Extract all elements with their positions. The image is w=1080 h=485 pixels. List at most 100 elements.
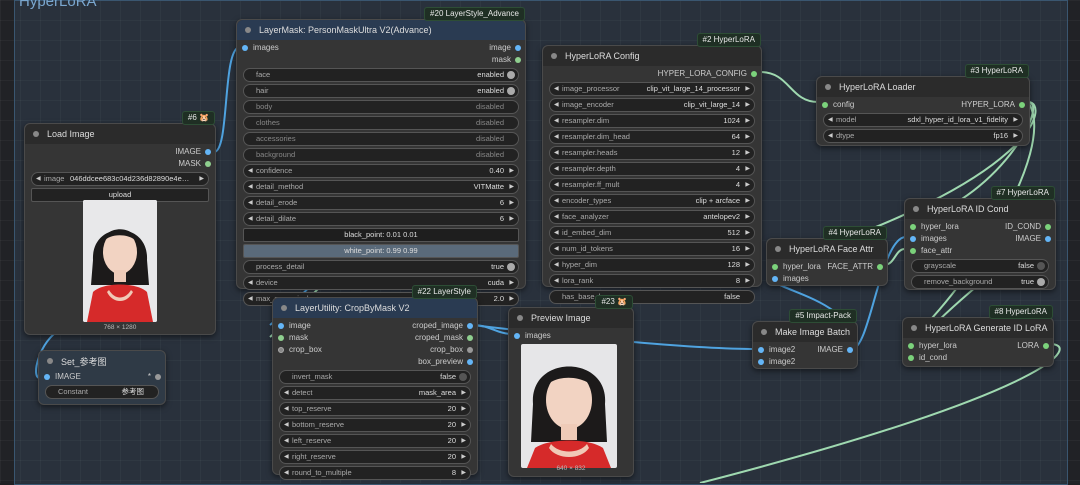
number-bottom-reserve[interactable]: ◀ bottom_reserve 20 ▶	[279, 418, 471, 432]
config-widget-row[interactable]: ◀ resampler.dim 1024 ▶	[549, 114, 755, 128]
node-load-image[interactable]: #6 🐹 Load Image IMAGE MASK ◀ image 046ddce…	[24, 111, 216, 335]
input-pin-hyper-lora[interactable]	[772, 264, 778, 270]
toggle-body[interactable]: body disabled	[243, 100, 519, 114]
arrow-right-icon[interactable]: ▶	[745, 195, 750, 207]
output-pin-crop-box[interactable]	[467, 347, 473, 353]
node-header[interactable]: Make Image Batch	[753, 322, 857, 342]
arrow-left-icon[interactable]: ◀	[248, 181, 253, 193]
arrow-right-icon[interactable]: ▶	[461, 419, 466, 431]
arrow-left-icon[interactable]: ◀	[554, 275, 559, 287]
output-pin-lora[interactable]	[1043, 343, 1049, 349]
number-detail-erode[interactable]: ◀ detail_erode 6 ▶	[243, 196, 519, 210]
arrow-left-icon[interactable]: ◀	[284, 387, 289, 399]
output-pin-image[interactable]	[847, 347, 853, 353]
input-pin-images[interactable]	[910, 236, 916, 242]
input-pin-image[interactable]	[278, 323, 284, 329]
arrow-right-icon[interactable]: ▶	[745, 147, 750, 159]
node-header[interactable]: Load Image	[25, 124, 215, 144]
collapse-dot-icon[interactable]	[281, 305, 287, 311]
arrow-left-icon[interactable]: ◀	[554, 211, 559, 223]
number-confidence[interactable]: ◀ confidence 0.40 ▶	[243, 164, 519, 178]
input-pin-images[interactable]	[242, 45, 248, 51]
slider-black-point[interactable]: black_point: 0.01 0.01	[243, 228, 519, 242]
combo-detail-method[interactable]: ◀ detail_method VITMatte ▶	[243, 180, 519, 194]
node-header[interactable]: HyperLoRA Loader	[817, 77, 1029, 97]
arrow-left-icon[interactable]: ◀	[554, 179, 559, 191]
input-pin-hyper-lora[interactable]	[908, 343, 914, 349]
node-hyperlora-loader[interactable]: #3 HyperLoRA HyperLoRA Loader config HYPE…	[816, 64, 1030, 146]
input-pin-id-cond[interactable]	[908, 355, 914, 361]
arrow-right-icon[interactable]: ▶	[461, 451, 466, 463]
toggle-clothes[interactable]: clothes disabled	[243, 116, 519, 130]
arrow-left-icon[interactable]: ◀	[284, 419, 289, 431]
toggle-grayscale[interactable]: grayscale false	[911, 259, 1049, 273]
arrow-right-icon[interactable]: ▶	[461, 387, 466, 399]
config-widget-row[interactable]: ◀ lora_rank 8 ▶	[549, 274, 755, 288]
input-pin-images[interactable]	[772, 276, 778, 282]
output-pin-id-cond[interactable]	[1045, 224, 1051, 230]
config-widget-row[interactable]: ◀ resampler.ff_mult 4 ▶	[549, 178, 755, 192]
arrow-left-icon[interactable]: ◀	[284, 467, 289, 479]
arrow-right-icon[interactable]: ▶	[1013, 114, 1018, 126]
node-make-image-batch[interactable]: #5 Impact-Pack Make Image Batch image2 IM…	[752, 309, 858, 369]
node-header[interactable]: HyperLoRA Config	[543, 46, 761, 66]
arrow-right-icon[interactable]: ▶	[745, 99, 750, 111]
input-pin-mask[interactable]	[278, 335, 284, 341]
arrow-left-icon[interactable]: ◀	[554, 195, 559, 207]
config-widget-row[interactable]: ◀ resampler.heads 12 ▶	[549, 146, 755, 160]
arrow-right-icon[interactable]: ▶	[745, 259, 750, 271]
arrow-left-icon[interactable]: ◀	[554, 259, 559, 271]
output-pin-croped-image[interactable]	[467, 323, 473, 329]
arrow-right-icon[interactable]: ▶	[745, 227, 750, 239]
arrow-left-icon[interactable]: ◀	[248, 277, 253, 289]
config-widget-row[interactable]: ◀ image_processor clip_vit_large_14_proces…	[549, 82, 755, 96]
input-pin-images[interactable]	[514, 333, 520, 339]
arrow-right-icon[interactable]: ▶	[745, 275, 750, 287]
node-hyperlora-generate-id-lora[interactable]: #8 HyperLoRA HyperLoRA Generate ID LoRA …	[902, 305, 1054, 367]
output-pin-image[interactable]	[1045, 236, 1051, 242]
output-pin-mask[interactable]	[515, 57, 521, 63]
input-pin-image[interactable]	[44, 374, 50, 380]
output-pin-mask[interactable]	[205, 161, 211, 167]
combo-device[interactable]: ◀ device cuda ▶	[243, 276, 519, 290]
arrow-right-icon[interactable]: ▶	[509, 293, 514, 305]
output-pin-config[interactable]	[751, 71, 757, 77]
node-crop-by-mask[interactable]: #22 LayerStyle LayerUtility: CropByMask …	[272, 285, 478, 480]
collapse-dot-icon[interactable]	[245, 27, 251, 33]
collapse-dot-icon[interactable]	[33, 131, 39, 137]
arrow-right-icon[interactable]: ▶	[745, 83, 750, 95]
collapse-dot-icon[interactable]	[551, 53, 557, 59]
arrow-right-icon[interactable]: ▶	[461, 403, 466, 415]
collapse-dot-icon[interactable]	[761, 329, 767, 335]
input-pin-config[interactable]	[822, 102, 828, 108]
arrow-right-icon[interactable]: ▶	[1013, 130, 1018, 142]
combo-dtype[interactable]: ◀ dtype fp16 ▶	[823, 129, 1023, 143]
arrow-left-icon[interactable]: ◀	[554, 83, 559, 95]
input-pin-hyper-lora[interactable]	[910, 224, 916, 230]
arrow-left-icon[interactable]: ◀	[284, 435, 289, 447]
arrow-right-icon[interactable]: ▶	[745, 211, 750, 223]
toggle-process-detail[interactable]: process_detail true	[243, 260, 519, 274]
node-hyperlora-config[interactable]: #2 HyperLoRA HyperLoRA Config HYPER_LORA…	[542, 33, 762, 304]
number-right-reserve[interactable]: ◀ right_reserve 20 ▶	[279, 450, 471, 464]
node-header[interactable]: HyperLoRA Face Attr	[767, 239, 887, 259]
output-pin-hyper-lora[interactable]	[1019, 102, 1025, 108]
arrow-right-icon[interactable]: ▶	[745, 179, 750, 191]
arrow-left-icon[interactable]: ◀	[828, 114, 833, 126]
toggle-hair[interactable]: hair enabled	[243, 84, 519, 98]
config-widget-row[interactable]: ◀ image_encoder clip_vit_large_14 ▶	[549, 98, 755, 112]
config-widget-row[interactable]: ◀ resampler.depth 4 ▶	[549, 162, 755, 176]
output-pin-image[interactable]	[205, 149, 211, 155]
text-constant[interactable]: Constant 参考图	[45, 385, 159, 399]
toggle-remove-background[interactable]: remove_background true	[911, 275, 1049, 289]
combo-model[interactable]: ◀ model sdxl_hyper_id_lora_v1_fidelity ▶	[823, 113, 1023, 127]
toggle-invert-mask[interactable]: invert_mask false	[279, 370, 471, 384]
arrow-left-icon[interactable]: ◀	[554, 163, 559, 175]
node-header[interactable]: Preview Image	[509, 308, 633, 328]
collapse-dot-icon[interactable]	[775, 246, 781, 252]
config-widget-row[interactable]: ◀ num_id_tokens 16 ▶	[549, 242, 755, 256]
arrow-left-icon[interactable]: ◀	[284, 451, 289, 463]
node-header[interactable]: Set_参考图	[39, 351, 165, 371]
config-widget-row[interactable]: ◀ hyper_dim 128 ▶	[549, 258, 755, 272]
arrow-left-icon[interactable]: ◀	[554, 115, 559, 127]
